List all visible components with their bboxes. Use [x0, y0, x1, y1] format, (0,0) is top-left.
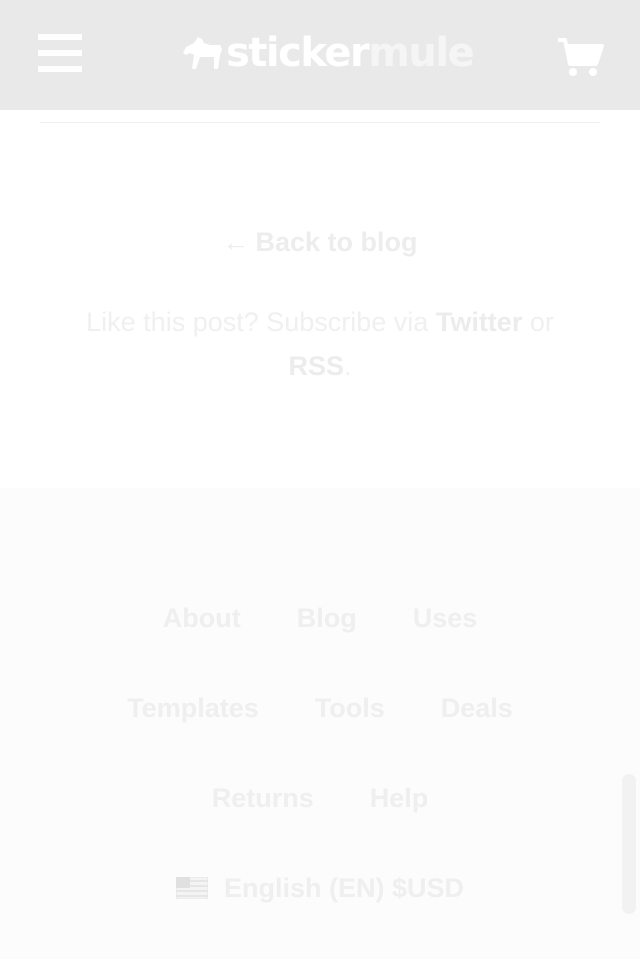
subscribe-prefix: Like this post? Subscribe via: [86, 307, 436, 337]
locale-label: English (EN) $USD: [223, 873, 465, 903]
locale-selector[interactable]: English (EN) $USD: [0, 870, 640, 906]
footer-link-uses[interactable]: Uses: [413, 600, 478, 636]
page: stickermule ← Back to blog Like this post…: [0, 0, 640, 959]
footer-link-blog[interactable]: Blog: [297, 600, 357, 636]
top-navigation-bar: stickermule: [0, 0, 640, 110]
twitter-link[interactable]: Twitter: [436, 307, 523, 337]
subscribe-or: or: [522, 307, 554, 337]
back-to-blog-label: Back to blog: [255, 227, 418, 257]
footer-link-tools[interactable]: Tools: [315, 690, 385, 726]
shopping-cart-icon[interactable]: [556, 36, 604, 78]
logo-text-mule: mule: [368, 30, 475, 76]
footer-link-returns[interactable]: Returns: [212, 780, 314, 816]
hamburger-menu-icon[interactable]: [38, 34, 82, 72]
subscribe-period: .: [344, 351, 352, 381]
footer-link-help[interactable]: Help: [370, 780, 429, 816]
footer-links-row-1: About Blog Uses: [0, 600, 640, 636]
footer-links-row-3: Returns Help: [0, 780, 640, 816]
stickermule-logo[interactable]: stickermule: [180, 30, 475, 76]
page-scrollbar[interactable]: [622, 774, 636, 914]
logo-text-sticker: sticker: [226, 30, 370, 76]
content-divider: [40, 122, 600, 123]
footer-link-about[interactable]: About: [163, 600, 241, 636]
footer-links-row-2: Templates Tools Deals: [0, 690, 640, 726]
footer-link-deals[interactable]: Deals: [441, 690, 513, 726]
mule-logo-icon: [183, 37, 222, 69]
footer-link-templates[interactable]: Templates: [127, 690, 259, 726]
subscribe-text: Like this post? Subscribe via Twitter or…: [60, 300, 580, 388]
left-arrow-icon: ←: [222, 227, 250, 257]
us-flag-icon: [175, 877, 208, 899]
site-footer: About Blog Uses Templates Tools Deals Re…: [0, 488, 640, 959]
rss-link[interactable]: RSS: [288, 351, 344, 381]
back-to-blog-link[interactable]: ← Back to blog: [0, 224, 640, 260]
